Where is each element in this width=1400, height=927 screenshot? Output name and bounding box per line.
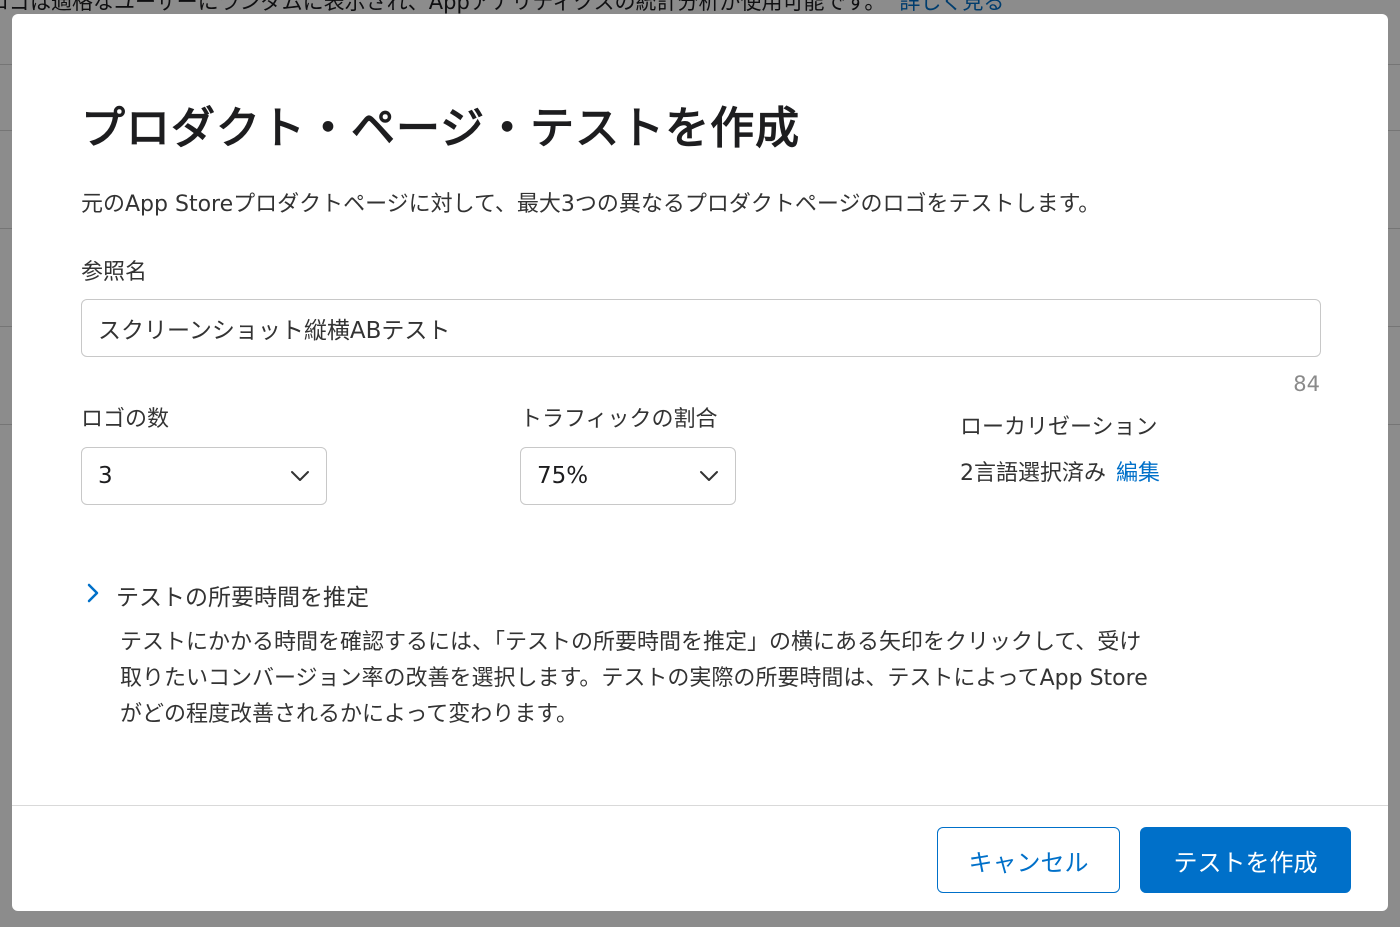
help-line: がどの程度改善されるかによって変わります。 — [120, 702, 579, 727]
traffic-select[interactable]: 75% — [520, 447, 736, 505]
dialog-description: 元のApp Storeプロダクトページに対して、最大3つの異なるプロダクトページ… — [81, 192, 1101, 217]
chevron-down-icon — [290, 470, 310, 482]
estimate-duration-label: テストの所要時間を推定 — [116, 585, 369, 611]
traffic-label: トラフィックの割合 — [520, 407, 718, 432]
localization-value: 2言語選択済み — [960, 461, 1106, 486]
dialog-title: プロダクト・ページ・テストを作成 — [81, 103, 801, 154]
create-test-dialog: プロダクト・ページ・テストを作成 元のApp Storeプロダクトページに対して… — [12, 14, 1388, 911]
reference-name-counter: 84 — [1293, 372, 1320, 396]
localization-edit-link[interactable]: 編集 — [1116, 461, 1160, 486]
create-test-button[interactable]: テストを作成 — [1140, 827, 1351, 893]
localization-label: ローカリゼーション — [960, 415, 1158, 440]
cancel-button[interactable]: キャンセル — [937, 827, 1120, 893]
estimate-help-text: テストにかかる時間を確認するには、「テストの所要時間を推定」の横にある矢印をクリ… — [120, 625, 1330, 733]
localization-status: 2言語選択済み 編集 — [960, 455, 1160, 487]
reference-name-label: 参照名 — [81, 260, 148, 285]
reference-name-input[interactable] — [81, 299, 1321, 357]
traffic-value: 75% — [537, 463, 589, 489]
estimate-duration-toggle[interactable]: テストの所要時間を推定 — [86, 578, 369, 612]
logo-count-select[interactable]: 3 — [81, 447, 327, 505]
help-line: テストにかかる時間を確認するには、「テストの所要時間を推定」の横にある矢印をクリ… — [120, 630, 1142, 655]
chevron-down-icon — [699, 470, 719, 482]
footer-divider — [12, 805, 1388, 806]
chevron-right-icon — [86, 582, 100, 608]
help-line: 取りたいコンバージョン率の改善を選択します。テストの実際の所要時間は、テストによ… — [120, 666, 1148, 691]
logo-count-label: ロゴの数 — [81, 407, 170, 432]
logo-count-value: 3 — [98, 463, 113, 489]
